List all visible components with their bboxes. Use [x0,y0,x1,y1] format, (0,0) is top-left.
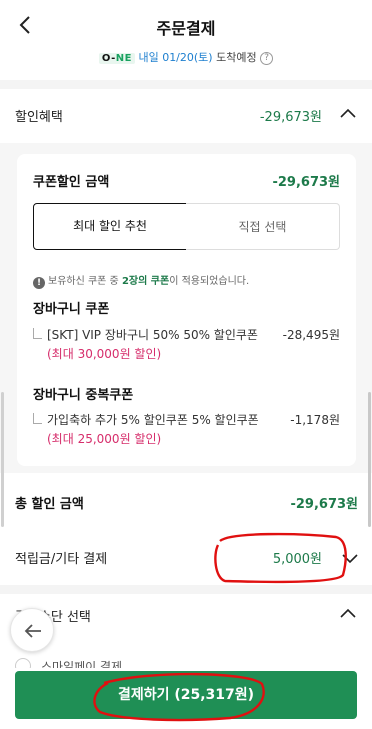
cart-coupon-title: 장바구니 쿠폰 [33,302,110,317]
benefit-amount: -29,673원 [259,110,322,125]
arrow-left-icon [24,624,41,638]
points-payment-row[interactable]: 적립금/기타 결제 5,000원 [0,536,372,576]
tab-best-discount[interactable]: 최대 할인 추천 [33,203,187,250]
chevron-up-icon[interactable] [338,104,358,124]
coupon-name: 가입축하 추가 5% 할인쿠폰 5% 할인쿠폰 (최대 25,000원 할인) [47,413,259,446]
chevron-down-icon[interactable] [340,548,360,568]
pay-button[interactable]: 결제하기 (25,317원) [15,671,357,719]
page-title: 주문결제 [156,19,216,38]
delivery-status: 도착예정 [216,51,257,64]
coupon-price: -1,178원 [290,413,340,427]
tree-connector [33,413,42,424]
coupon-section: 쿠폰할인 금액 -29,673원 최대 할인 추천 직접 선택 ! 보유하신 쿠폰… [0,143,372,473]
coupon-applied-notice: ! 보유하신 쿠폰 중 2장의 쿠폰이 적용되었습니다. [33,272,249,289]
floating-back-button[interactable] [10,608,54,652]
section-divider [0,585,372,594]
help-icon[interactable]: ? [260,51,274,65]
radio-button[interactable] [15,658,31,668]
payment-option[interactable]: 스마일페이 결제 [15,654,215,668]
tab-direct-select[interactable]: 직접 선택 [186,203,340,250]
benefit-label: 할인혜택 [15,110,63,125]
coupon-price: -28,495원 [282,328,340,342]
total-discount-label: 총 할인 금액 [15,497,84,512]
points-value: 5,000원 [272,552,322,567]
total-discount-row: 총 할인 금액 -29,673원 [0,486,372,516]
list-item: 가입축하 추가 5% 할인쿠폰 5% 할인쿠폰 (최대 25,000원 할인) … [33,411,340,455]
one-logo: O-NE [98,53,135,64]
coupon-name: [SKT] VIP 장바구니 50% 50% 할인쿠폰 (최대 30,000원 … [47,328,258,361]
coupon-discount-title: 쿠폰할인 금액 [33,175,110,190]
coupon-card: 쿠폰할인 금액 -29,673원 최대 할인 추천 직접 선택 ! 보유하신 쿠폰… [17,154,356,466]
list-item: [SKT] VIP 장바구니 50% 50% 할인쿠폰 (최대 30,000원 … [33,326,340,370]
points-label: 적립금/기타 결제 [15,552,108,567]
payment-option-label: 스마일페이 결제 [41,660,123,668]
coupon-discount-amount: -29,673원 [272,175,340,190]
tree-connector [33,328,42,339]
info-icon: ! [33,277,45,289]
cart-duplicate-coupon-title: 장바구니 중복쿠폰 [33,388,134,403]
section-divider [0,80,372,89]
discount-benefit-row[interactable]: 할인혜택 -29,673원 [0,92,372,138]
coupon-tabs: 최대 할인 추천 직접 선택 [33,203,340,250]
chevron-up-icon[interactable] [338,604,358,624]
payment-method-row[interactable]: 결제수단 선택 [0,598,372,638]
delivery-info: O-NE 내일 01/20(토) 도착예정 ? [0,49,372,69]
total-discount-amount: -29,673원 [290,497,358,512]
delivery-date: 내일 01/20(토) [138,51,213,64]
header: 주문결제 [0,0,372,50]
